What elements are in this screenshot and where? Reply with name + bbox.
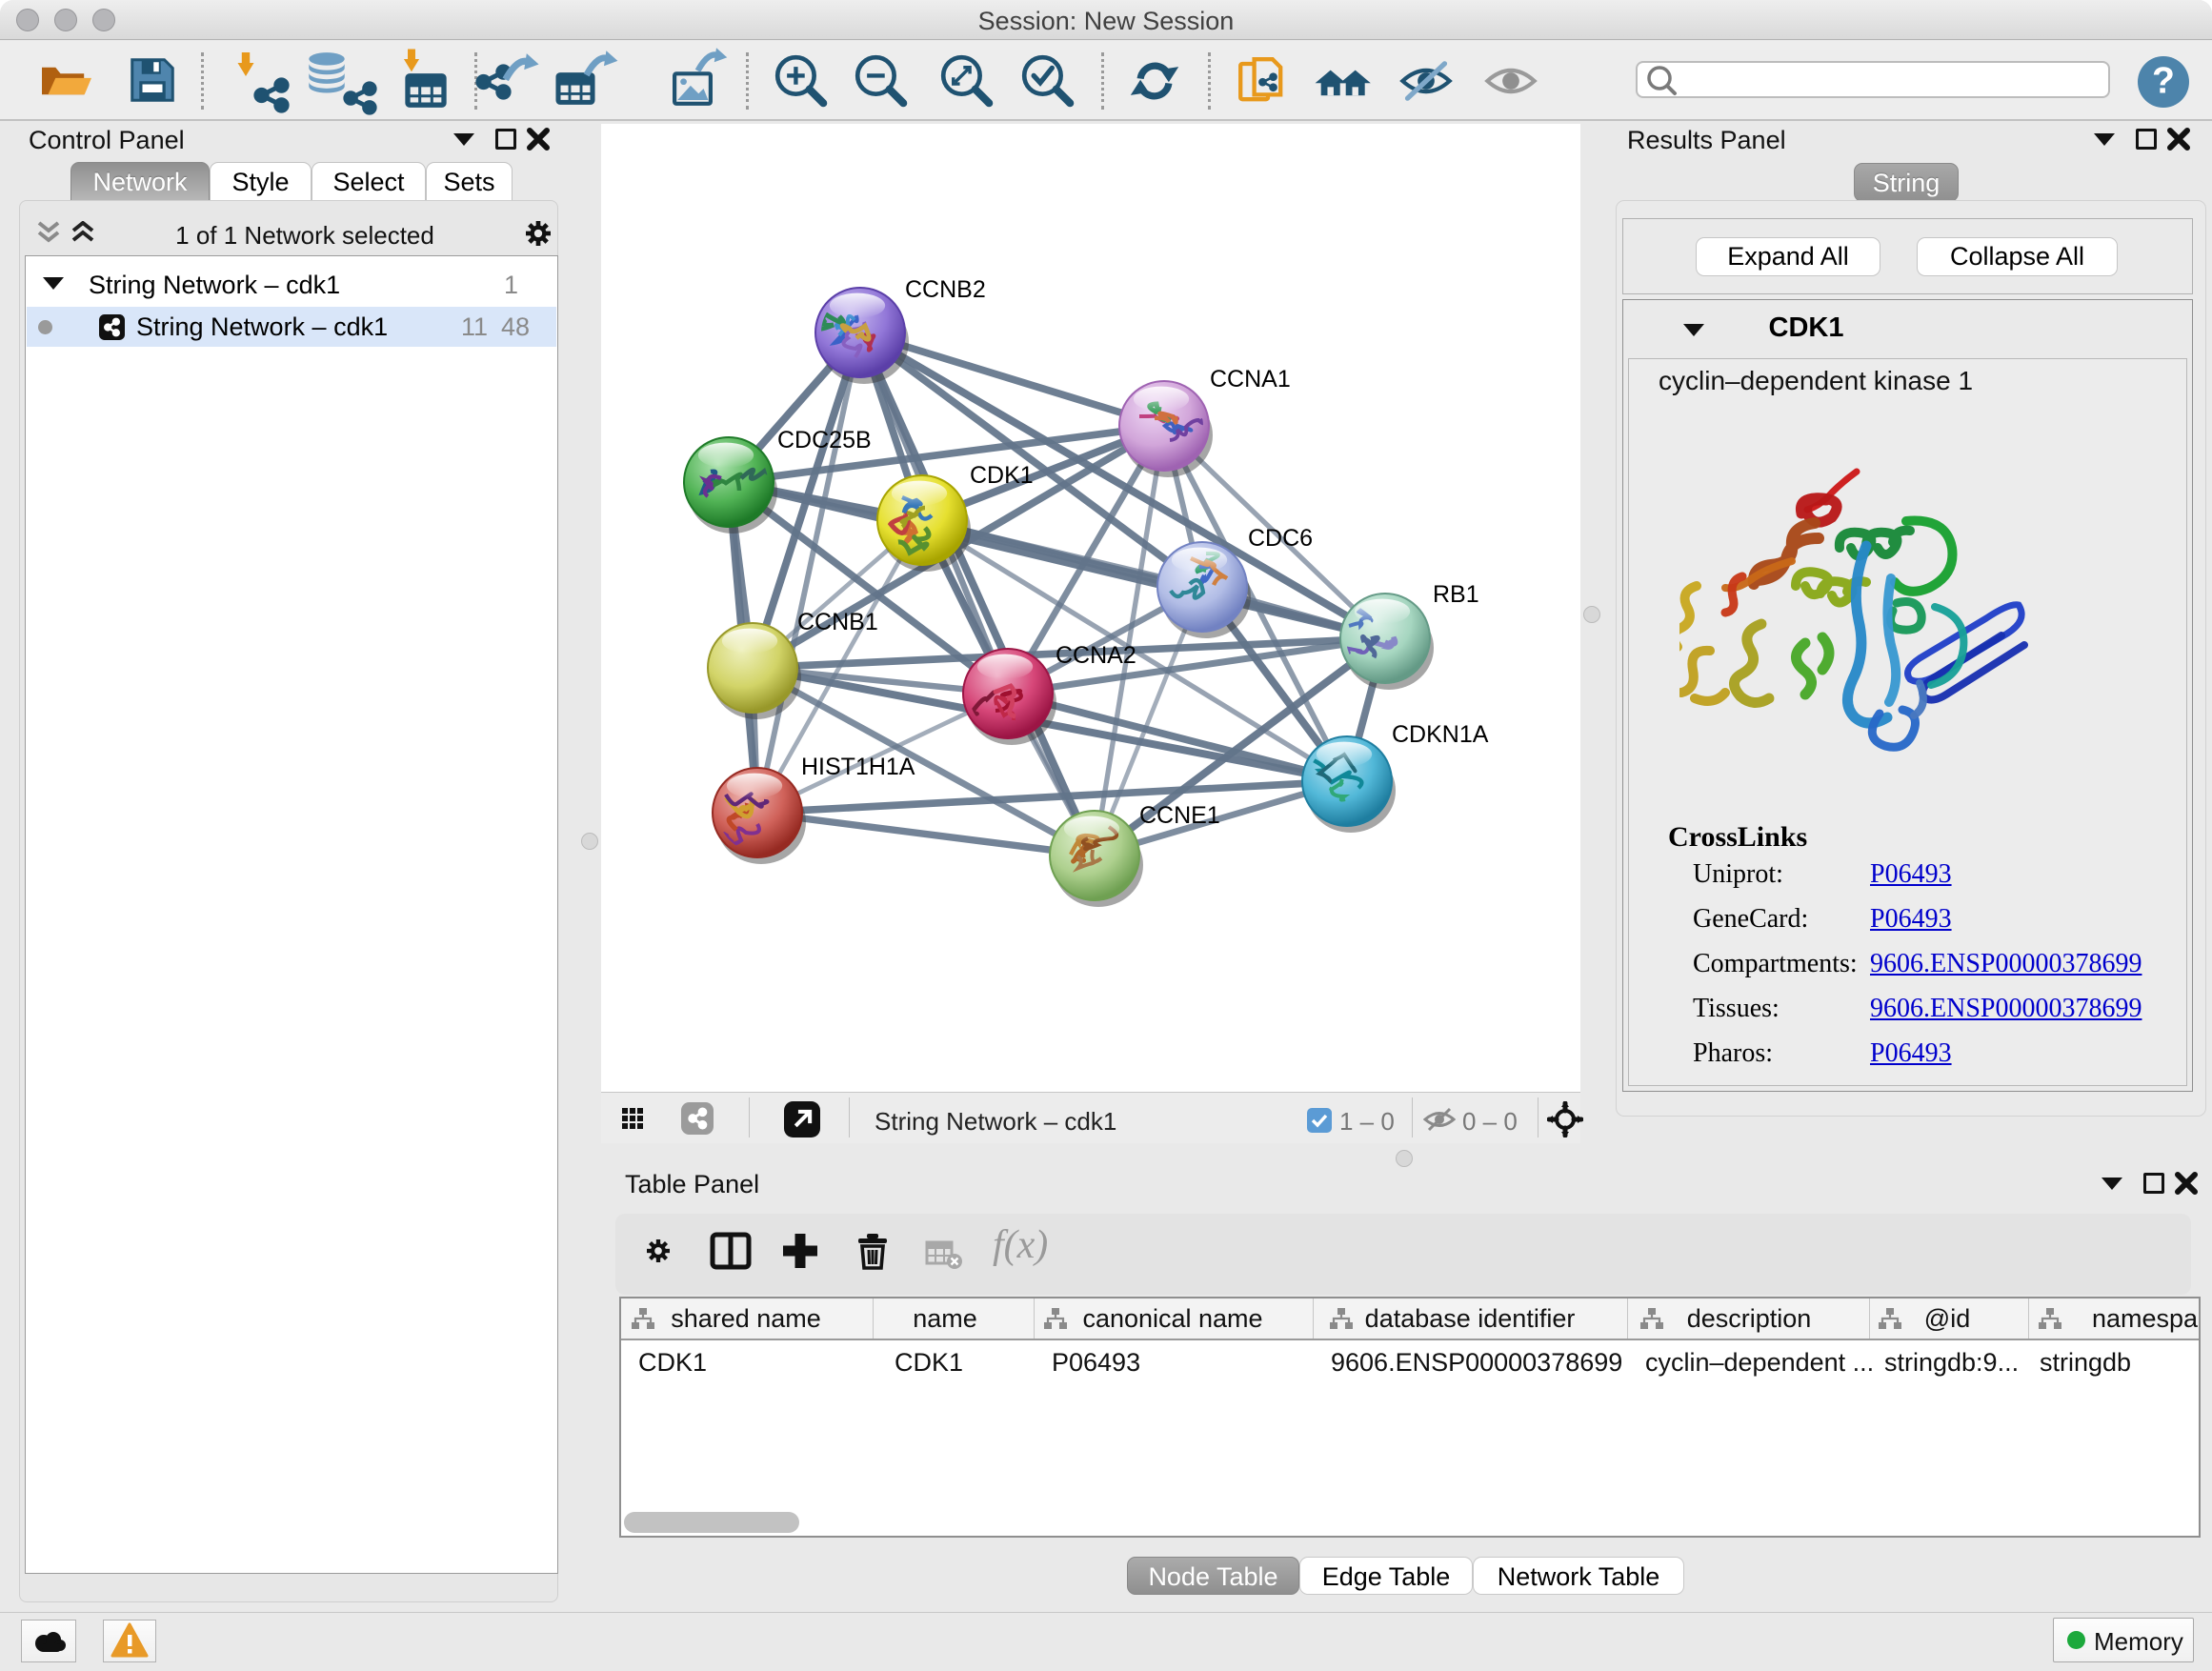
svg-text:CCNA1: CCNA1 (1210, 366, 1291, 393)
svg-text:HIST1H1A: HIST1H1A (801, 754, 915, 780)
svg-text:CCNB2: CCNB2 (905, 276, 986, 303)
svg-text:CDC25B: CDC25B (777, 427, 872, 453)
svg-text:CCNA2: CCNA2 (1056, 642, 1136, 669)
svg-text:CDK1: CDK1 (970, 462, 1034, 489)
svg-text:RB1: RB1 (1433, 581, 1479, 608)
svg-text:CCNE1: CCNE1 (1139, 802, 1220, 829)
svg-text:CDKN1A: CDKN1A (1392, 721, 1489, 748)
svg-text:CCNB1: CCNB1 (797, 609, 878, 635)
svg-text:?: ? (2152, 60, 2175, 101)
svg-text:CDC6: CDC6 (1248, 525, 1313, 552)
